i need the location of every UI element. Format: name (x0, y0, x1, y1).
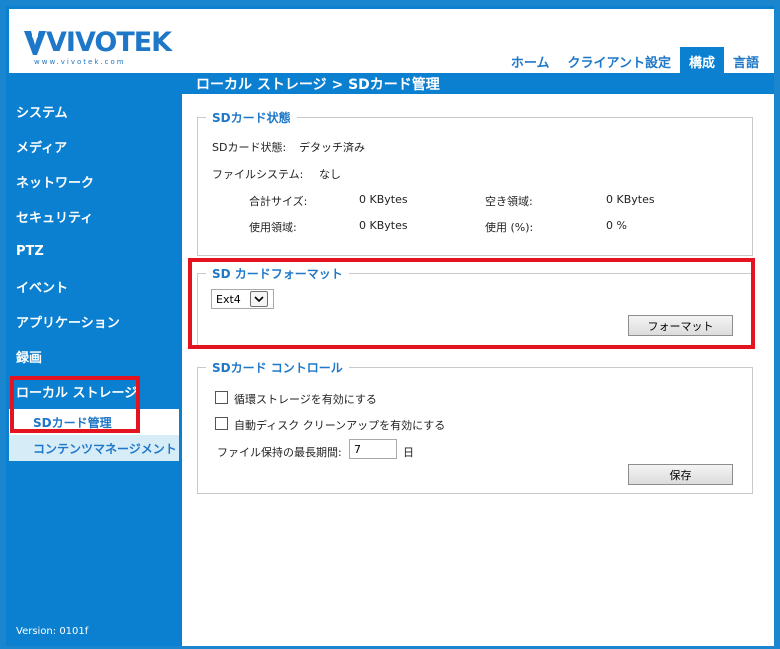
page-title: ローカル ストレージ > SDカード管理 (196, 77, 440, 93)
sidebar-item-recording[interactable]: 録画 (9, 339, 179, 374)
auto-cleanup-checkbox[interactable] (215, 417, 228, 430)
used-space-value: 0 KBytes (359, 219, 408, 232)
filesystem-label: ファイルシステム: (212, 168, 304, 181)
sidebar-item-network[interactable]: ネットワーク (9, 164, 179, 199)
sidebar-item-media[interactable]: メディア (9, 129, 179, 164)
auto-cleanup-label: 自動ディスク クリーンアップを有効にする (234, 419, 446, 432)
free-space-value: 0 KBytes (606, 193, 655, 206)
nav-language[interactable]: 言語 (724, 47, 768, 73)
top-navigation: ホーム クライアント設定 構成 言語 (502, 47, 768, 73)
main-content: SDカード状態 SDカード状態: デタッチ済み ファイルシステム: なし 合計サ… (182, 94, 774, 646)
used-percent-value: 0 % (606, 219, 627, 232)
sidebar-item-system[interactable]: システム (9, 94, 179, 129)
sd-status-legend: SDカード状態 (212, 111, 291, 125)
nav-home[interactable]: ホーム (502, 47, 559, 73)
header: VIVOTEK www.vivotek.com ホーム クライアント設定 構成 … (9, 9, 774, 73)
cyclic-storage-label: 循環ストレージを有効にする (234, 393, 377, 406)
retention-unit: 日 (403, 446, 414, 459)
retention-label: ファイル保持の最長期間: (217, 446, 342, 459)
sd-state-label: SDカード状態: (212, 141, 287, 154)
retention-days-input[interactable]: 7 (349, 439, 397, 459)
sidebar-item-applications[interactable]: アプリケーション (9, 304, 179, 339)
app-frame: VIVOTEK www.vivotek.com ホーム クライアント設定 構成 … (6, 6, 774, 646)
sidebar-item-event[interactable]: イベント (9, 269, 179, 304)
total-size-value: 0 KBytes (359, 193, 408, 206)
sidebar-item-ptz[interactable]: PTZ (9, 234, 179, 269)
filesystem-value: なし (319, 168, 341, 181)
sidebar-item-security[interactable]: セキュリティ (9, 199, 179, 234)
free-space-label: 空き領域: (485, 195, 533, 208)
save-button[interactable]: 保存 (628, 464, 733, 485)
used-space-label: 使用領域: (249, 221, 297, 234)
nav-configuration[interactable]: 構成 (679, 47, 724, 73)
logo-mark-icon (24, 31, 46, 55)
sd-control-legend: SDカード コントロール (212, 361, 343, 375)
sidebar-subitem-content-management[interactable]: コンテンツマネージメント (9, 435, 179, 461)
version-label: Version: 0101f (16, 626, 89, 637)
logo-text: VIVOTEK (46, 27, 172, 58)
used-percent-label: 使用 (%): (485, 221, 534, 234)
nav-client-settings[interactable]: クライアント設定 (558, 47, 679, 73)
total-size-label: 合計サイズ: (249, 195, 308, 208)
highlight-box-format (188, 258, 755, 349)
cyclic-storage-checkbox[interactable] (215, 391, 228, 404)
vivotek-logo: VIVOTEK www.vivotek.com (24, 27, 174, 73)
sd-state-value: デタッチ済み (299, 141, 365, 154)
highlight-box-sidebar (10, 376, 140, 433)
logo-url: www.vivotek.com (34, 58, 126, 66)
